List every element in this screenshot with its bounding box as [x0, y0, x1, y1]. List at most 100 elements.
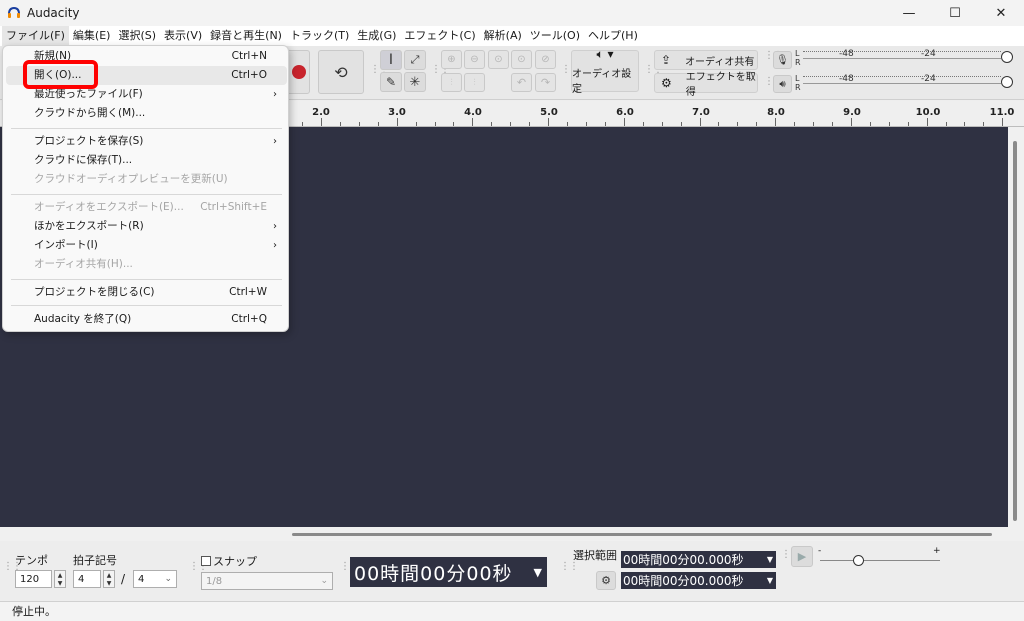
record-level-knob[interactable]	[1001, 51, 1013, 63]
ruler-label: 7.0	[692, 107, 710, 118]
ruler-tick	[926, 118, 928, 126]
toolbar-grip-icon[interactable]: ⋮⋮	[431, 65, 450, 80]
toolbar-grip-icon[interactable]: ⋮⋮	[3, 562, 22, 577]
selection-start[interactable]: 00時間00分00.000秒 ▼	[621, 551, 776, 568]
playback-level-knob[interactable]	[1001, 76, 1013, 88]
recording-meter[interactable]: LR -48 -24	[795, 49, 1013, 69]
menu-effect[interactable]: エフェクト(C)	[400, 26, 479, 46]
menu-item-label: プロジェクトを保存(S)	[34, 135, 144, 147]
snap-label: スナップ	[213, 555, 257, 568]
menu-analyze[interactable]: 解析(A)	[480, 26, 526, 46]
trim-icon[interactable]: ⫶	[441, 73, 462, 92]
menu-item-import[interactable]: インポート(I) ›	[6, 236, 287, 255]
menu-tracks[interactable]: トラック(T)	[286, 26, 353, 46]
undo-icon[interactable]: ↶	[511, 73, 532, 92]
fit-selection-icon[interactable]: ⊙	[488, 50, 509, 69]
close-button[interactable]: ✕	[978, 0, 1024, 26]
ruler-tick	[642, 122, 644, 126]
multi-tool-icon[interactable]: ✳	[404, 72, 426, 92]
snap-checkbox[interactable]	[201, 556, 211, 566]
minimize-button[interactable]: —	[886, 0, 932, 26]
play-at-speed-icon[interactable]: ▶	[791, 546, 813, 567]
menu-item-save-project[interactable]: プロジェクトを保存(S) ›	[6, 132, 287, 151]
status-bar: 停止中。	[0, 601, 1024, 621]
speed-minus-label: -	[818, 546, 822, 556]
playback-speaker-icon[interactable]: 🔊︎	[773, 75, 792, 93]
menu-item-update-cloud-preview[interactable]: クラウドオーディオプレビューを更新(U)	[6, 170, 287, 189]
share-audio-button[interactable]: ⇪ オーディオ共有	[654, 50, 758, 70]
ruler-tick	[775, 118, 777, 126]
time-display[interactable]: 00時間00分00秒 ▼	[350, 557, 547, 587]
ruler-tick	[888, 122, 890, 126]
toolbar-grip-icon[interactable]: ⋮⋮	[644, 65, 663, 80]
scroll-thumb[interactable]	[292, 533, 992, 536]
toolbar-grip-icon[interactable]: ⋮⋮	[764, 77, 783, 92]
tempo-stepper[interactable]: ▲ ▼	[54, 570, 66, 588]
chevron-down-icon: ⌄	[320, 576, 328, 586]
zoom-out-icon[interactable]: ⊖	[464, 50, 485, 69]
fit-project-icon[interactable]: ⊙	[511, 50, 532, 69]
settings-gear-icon[interactable]: ⚙	[596, 571, 616, 590]
menu-select[interactable]: 選択(S)	[114, 26, 160, 46]
menu-item-export-other[interactable]: ほかをエクスポート(R) ›	[6, 217, 287, 236]
snap-toggle[interactable]: スナップ	[201, 553, 257, 569]
microphone-icon[interactable]: 🎙︎	[773, 51, 792, 69]
redo-icon[interactable]: ↷	[535, 73, 556, 92]
draw-tool-icon[interactable]: ✎	[380, 72, 402, 92]
menu-transport[interactable]: 録音と再生(N)	[206, 26, 286, 46]
time-signature-lower-select[interactable]: 4 ⌄	[133, 570, 177, 588]
menu-generate[interactable]: 生成(G)	[353, 26, 400, 46]
menu-item-share-audio[interactable]: オーディオ共有(H)...	[6, 255, 287, 274]
toolbar-grip-icon[interactable]: ⋮⋮	[189, 562, 208, 577]
menu-item-close-project[interactable]: プロジェクトを閉じる(C) Ctrl+W	[6, 283, 287, 302]
time-signature-upper-input[interactable]: 4	[73, 570, 101, 588]
silence-icon[interactable]: ⫶	[464, 73, 485, 92]
vertical-scrollbar[interactable]	[1008, 127, 1024, 527]
chevron-down-icon: ⌄	[164, 574, 172, 584]
meter-line	[803, 58, 1001, 59]
ruler-tick	[302, 122, 304, 126]
menu-item-exit[interactable]: Audacity を終了(Q) Ctrl+Q	[6, 310, 287, 329]
toolbar-grip-icon[interactable]: ⋮⋮	[340, 562, 359, 577]
tempo-input[interactable]: 120	[15, 570, 52, 588]
envelope-tool-icon[interactable]: ⤢	[404, 50, 426, 70]
menu-view[interactable]: 表示(V)	[160, 26, 206, 46]
chevron-right-icon: ›	[273, 240, 277, 251]
scroll-thumb[interactable]	[1013, 141, 1017, 521]
meter-label: -48	[839, 49, 854, 59]
menu-tools[interactable]: ツール(O)	[526, 26, 584, 46]
toolbar-grip-icon[interactable]: ⋮⋮	[560, 562, 579, 577]
time-signature-stepper[interactable]: ▲ ▼	[103, 570, 115, 588]
menu-item-label: クラウドから開く(M)...	[34, 107, 146, 119]
speed-slider-track[interactable]	[820, 560, 940, 561]
menu-item-save-cloud[interactable]: クラウドに保存(T)...	[6, 151, 287, 170]
ruler-tick	[396, 118, 398, 126]
get-effects-button[interactable]: ⚙ エフェクトを取得	[654, 72, 758, 98]
zoom-in-icon[interactable]: ⊕	[441, 50, 462, 69]
window-title: Audacity	[27, 6, 80, 20]
horizontal-scrollbar[interactable]	[0, 527, 1024, 541]
menu-item-export-audio[interactable]: オーディオをエクスポート(E)... Ctrl+Shift+E	[6, 198, 287, 217]
menu-help[interactable]: ヘルプ(H)	[584, 26, 642, 46]
selection-end-value: 00時間00分00.000秒	[623, 574, 744, 588]
speed-slider-thumb[interactable]	[853, 555, 864, 566]
menu-edit[interactable]: 編集(E)	[69, 26, 115, 46]
snap-select[interactable]: 1/8 ⌄	[201, 572, 333, 590]
selection-end[interactable]: 00時間00分00.000秒 ▼	[621, 572, 776, 589]
meter-l: L	[795, 74, 800, 83]
toolbar-grip-icon[interactable]: ⋮⋮	[561, 65, 580, 80]
menu-file[interactable]: ファイル(F)	[2, 26, 69, 46]
ruler-tick	[794, 122, 796, 126]
loop-button[interactable]: ⟲	[318, 50, 364, 94]
audio-setup-button[interactable]: 🔈︎ ▾ オーディオ設定	[571, 47, 639, 95]
toolbar-grip-icon[interactable]: ⋮⋮	[781, 550, 800, 565]
zoom-toggle-icon[interactable]: ⊘	[535, 50, 556, 69]
ruler-label: 8.0	[767, 107, 785, 118]
menu-item-open-cloud[interactable]: クラウドから開く(M)...	[6, 104, 287, 123]
playback-meter[interactable]: LR -48 -24	[795, 74, 1013, 94]
maximize-button[interactable]: ☐	[932, 0, 978, 26]
toolbar-grip-icon[interactable]: ⋮⋮	[764, 51, 783, 66]
selection-tool-icon[interactable]: I	[380, 50, 402, 70]
toolbar-grip-icon[interactable]: ⋮⋮	[370, 65, 389, 80]
chevron-right-icon: ›	[273, 136, 277, 147]
